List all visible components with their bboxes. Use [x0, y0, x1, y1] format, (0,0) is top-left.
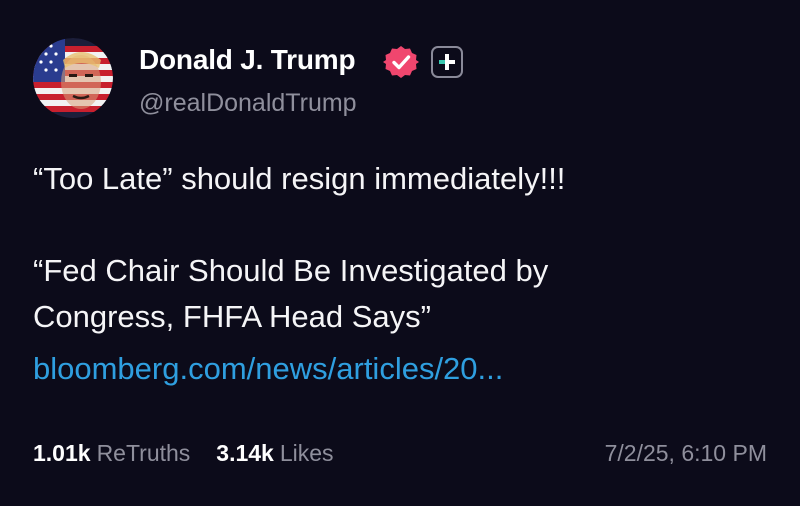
author-name[interactable]: Donald J. Trump — [139, 44, 356, 76]
likes-label: Likes — [279, 440, 334, 466]
post-card: Donald J. Trump @realDonaldTrump “Too La… — [0, 0, 800, 506]
post-text-line: “Too Late” should resign immediately!!! — [33, 161, 566, 196]
verified-badge-icon — [383, 46, 419, 78]
plus-badge — [431, 46, 463, 78]
retruths-count: 1.01k — [33, 440, 91, 466]
post-text-line: “Fed Chair Should Be Investigated by — [33, 253, 549, 288]
author-handle[interactable]: @realDonaldTrump — [139, 89, 357, 118]
post-text-line: Congress, FHFA Head Says” — [33, 299, 431, 334]
likes-count: 3.14k — [216, 440, 274, 466]
post-stats: 1.01k ReTruths 3.14k Likes — [33, 440, 334, 467]
post-timestamp: 7/2/25, 6:10 PM — [604, 440, 767, 466]
avatar[interactable] — [33, 38, 113, 118]
avatar-image — [33, 38, 113, 118]
article-link[interactable]: bloomberg.com/news/articles/20... — [33, 349, 503, 389]
likes-stat[interactable]: 3.14k Likes — [216, 440, 333, 467]
retruths-stat[interactable]: 1.01k ReTruths — [33, 440, 190, 467]
retruths-label: ReTruths — [96, 440, 191, 466]
plus-icon — [439, 54, 455, 70]
